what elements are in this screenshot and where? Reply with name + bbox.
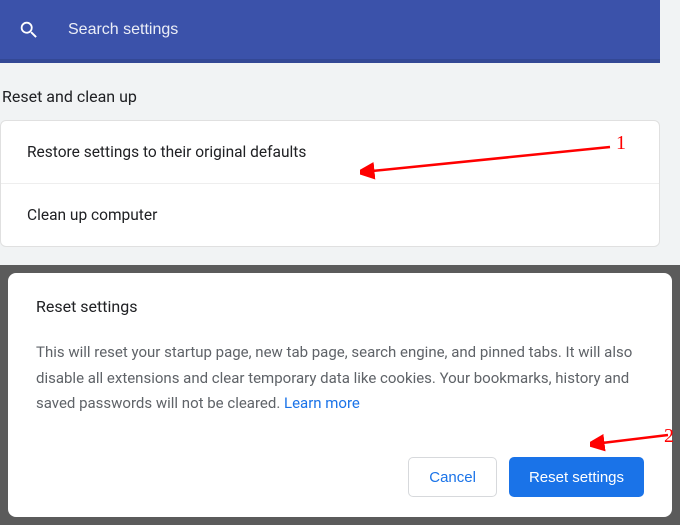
reset-settings-button[interactable]: Reset settings	[509, 457, 644, 497]
header-bar	[0, 0, 660, 63]
section-title: Reset and clean up	[0, 63, 680, 120]
learn-more-link[interactable]: Learn more	[284, 394, 360, 412]
cleanup-computer-row[interactable]: Clean up computer	[1, 184, 659, 246]
cancel-button[interactable]: Cancel	[408, 457, 497, 497]
dialog-actions: Cancel Reset settings	[408, 457, 644, 497]
search-input[interactable]	[68, 21, 642, 39]
modal-backdrop: Reset settings This will reset your star…	[0, 265, 680, 525]
dialog-title: Reset settings	[36, 297, 644, 316]
reset-cleanup-card: Restore settings to their original defau…	[0, 120, 660, 247]
search-icon	[18, 19, 40, 41]
reset-settings-dialog: Reset settings This will reset your star…	[8, 273, 672, 517]
dialog-body: This will reset your startup page, new t…	[36, 340, 644, 417]
restore-defaults-row[interactable]: Restore settings to their original defau…	[1, 121, 659, 184]
